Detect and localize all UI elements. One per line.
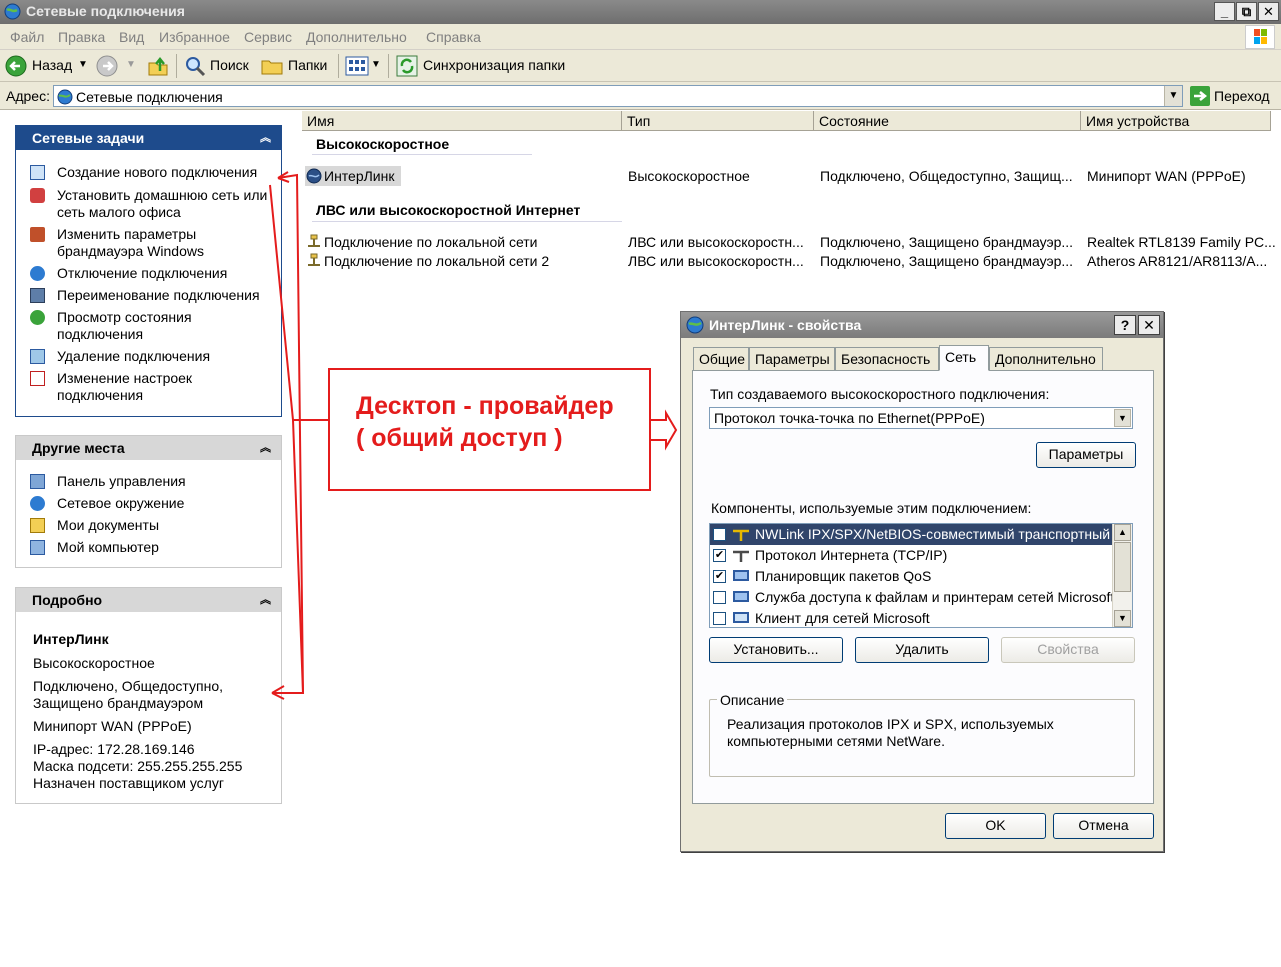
description-label: Описание bbox=[717, 692, 788, 708]
tab-options[interactable]: Параметры bbox=[749, 347, 835, 370]
ok-button[interactable]: OK bbox=[945, 813, 1046, 839]
component-label: Протокол Интернета (TCP/IP) bbox=[755, 547, 948, 563]
dialog-title: ИнтерЛинк - свойства bbox=[709, 317, 862, 333]
scroll-down-icon[interactable]: ▼ bbox=[1114, 610, 1131, 627]
annotation-line1: Десктоп - провайдер bbox=[356, 392, 614, 420]
cancel-button[interactable]: Отмена bbox=[1053, 813, 1154, 839]
scroll-thumb[interactable] bbox=[1114, 542, 1131, 592]
component-label: Планировщик пакетов QoS bbox=[755, 568, 932, 584]
component-row[interactable]: ✔ Протокол Интернета (TCP/IP) bbox=[710, 545, 1112, 566]
tab-general[interactable]: Общие bbox=[693, 347, 749, 370]
annotation-box: Десктоп - провайдер ( общий доступ ) bbox=[328, 368, 651, 491]
connection-type-select[interactable]: Протокол точка-точка по Ethernet(PPPoE) … bbox=[709, 407, 1133, 429]
component-row[interactable]: NWLink IPX/SPX/NetBIOS-совместимый транс… bbox=[710, 524, 1126, 545]
components-scrollbar[interactable]: ▲ ▼ bbox=[1112, 524, 1132, 627]
connection-type-label: Тип создаваемого высокоскоростного подкл… bbox=[710, 386, 1050, 402]
dialog-help-button[interactable]: ? bbox=[1114, 315, 1136, 335]
client-icon bbox=[733, 612, 749, 623]
component-row[interactable]: Клиент для сетей Microsoft bbox=[710, 608, 1112, 627]
dialog-titlebar: ИнтерЛинк - свойства ? ✕ bbox=[681, 312, 1163, 338]
properties-dialog: ИнтерЛинк - свойства ? ✕ Общие Параметры… bbox=[680, 311, 1164, 852]
component-checkbox[interactable]: ✔ bbox=[713, 570, 726, 583]
component-checkbox[interactable] bbox=[713, 591, 726, 604]
scroll-up-icon[interactable]: ▲ bbox=[1114, 524, 1131, 541]
component-label: Клиент для сетей Microsoft bbox=[755, 610, 930, 626]
components-label: Компоненты, используемые этим подключени… bbox=[711, 500, 1032, 516]
protocol-icon bbox=[733, 529, 749, 541]
component-checkbox[interactable] bbox=[713, 528, 726, 541]
service-icon bbox=[733, 570, 749, 581]
properties-button[interactable]: Свойства bbox=[1001, 637, 1135, 663]
remove-button[interactable]: Удалить bbox=[855, 637, 989, 663]
component-label: Служба доступа к файлам и принтерам сете… bbox=[755, 589, 1115, 605]
component-row[interactable]: ✔ Планировщик пакетов QoS bbox=[710, 566, 1112, 587]
protocol-icon bbox=[733, 550, 749, 562]
network-globe-icon bbox=[686, 316, 704, 334]
service-icon bbox=[733, 591, 749, 602]
component-checkbox[interactable] bbox=[713, 612, 726, 625]
tab-security[interactable]: Безопасность bbox=[835, 347, 939, 370]
dialog-close-button[interactable]: ✕ bbox=[1138, 315, 1160, 335]
components-list[interactable]: NWLink IPX/SPX/NetBIOS-совместимый транс… bbox=[709, 523, 1133, 628]
connection-type-value: Протокол точка-точка по Ethernet(PPPoE) bbox=[714, 410, 985, 426]
component-row[interactable]: Служба доступа к файлам и принтерам сете… bbox=[710, 587, 1115, 608]
component-label: NWLink IPX/SPX/NetBIOS-совместимый транс… bbox=[755, 526, 1126, 542]
install-button[interactable]: Установить... bbox=[709, 637, 843, 663]
tab-network[interactable]: Сеть bbox=[939, 345, 989, 371]
settings-button[interactable]: Параметры bbox=[1036, 442, 1136, 468]
tab-advanced[interactable]: Дополнительно bbox=[989, 347, 1103, 370]
component-checkbox[interactable]: ✔ bbox=[713, 549, 726, 562]
annotation-line2: ( общий доступ ) bbox=[356, 424, 563, 452]
chevron-down-icon[interactable]: ▼ bbox=[1114, 409, 1131, 427]
description-text: Реализация протоколов IPX и SPX, использ… bbox=[727, 716, 1054, 749]
